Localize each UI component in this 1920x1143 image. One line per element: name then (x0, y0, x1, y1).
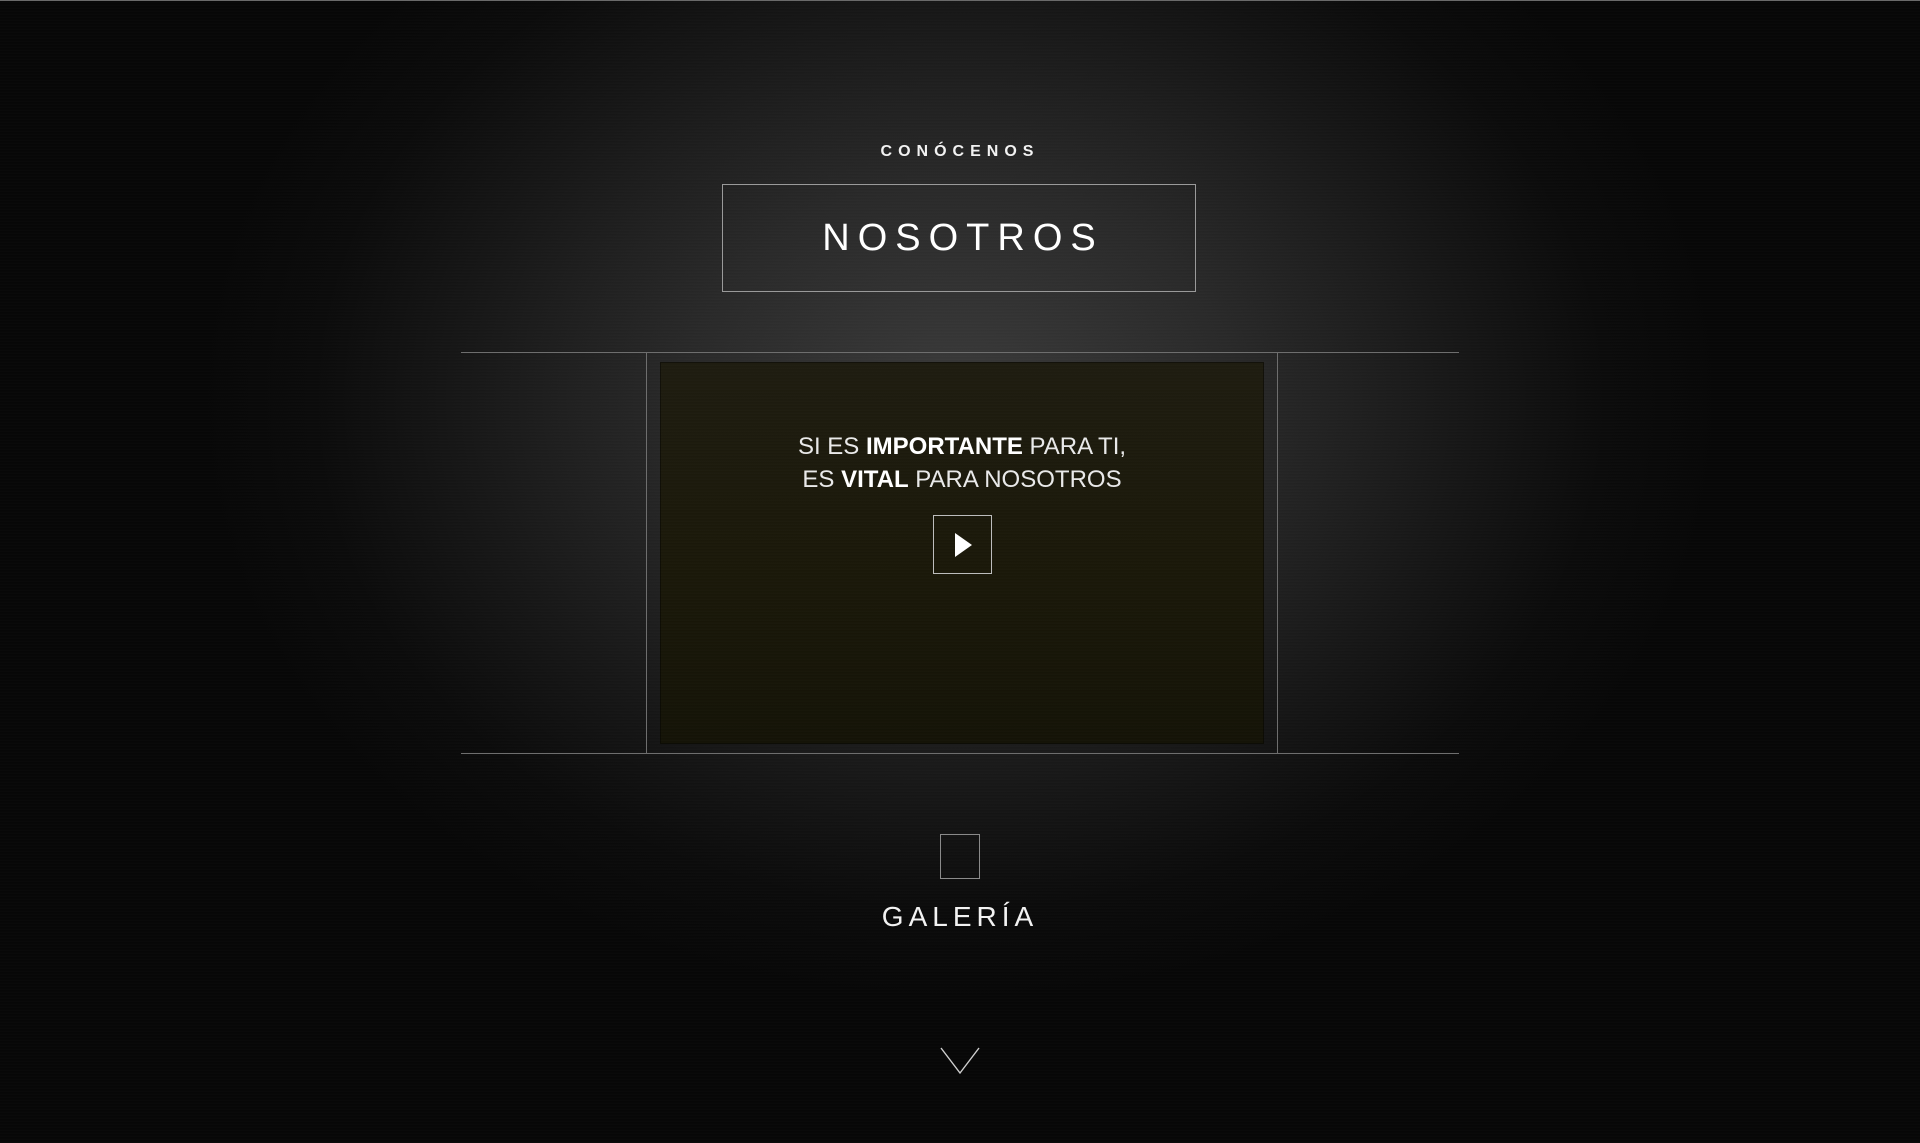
video-left-border (646, 352, 647, 753)
video-panel[interactable]: SI ES IMPORTANTE PARA TI, ES VITAL PARA … (660, 362, 1264, 744)
section-title-box: NOSOTROS (722, 184, 1196, 292)
video-caption-emphasis-1: IMPORTANTE (865, 433, 1023, 460)
chevron-down-icon (940, 1047, 980, 1075)
play-icon (954, 532, 972, 557)
gallery-button[interactable] (940, 834, 980, 879)
video-caption-line-2: ES VITAL PARA NOSOTROS (802, 466, 1122, 493)
video-bottom-divider (461, 753, 1459, 754)
section-title: NOSOTROS (822, 216, 1104, 259)
scroll-down-button[interactable] (940, 1046, 980, 1076)
play-button[interactable] (933, 515, 992, 574)
video-right-border (1277, 352, 1278, 753)
video-caption: SI ES IMPORTANTE PARA TI, ES VITAL PARA … (660, 430, 1264, 496)
gallery-label[interactable]: GALERÍA (0, 901, 1920, 933)
top-border (0, 0, 1920, 1)
video-caption-line-1: SI ES IMPORTANTE PARA TI, (797, 433, 1127, 460)
video-caption-emphasis-2: VITAL (841, 466, 909, 493)
video-top-divider (461, 352, 1459, 353)
section-eyebrow: CONÓCENOS (880, 143, 1040, 160)
